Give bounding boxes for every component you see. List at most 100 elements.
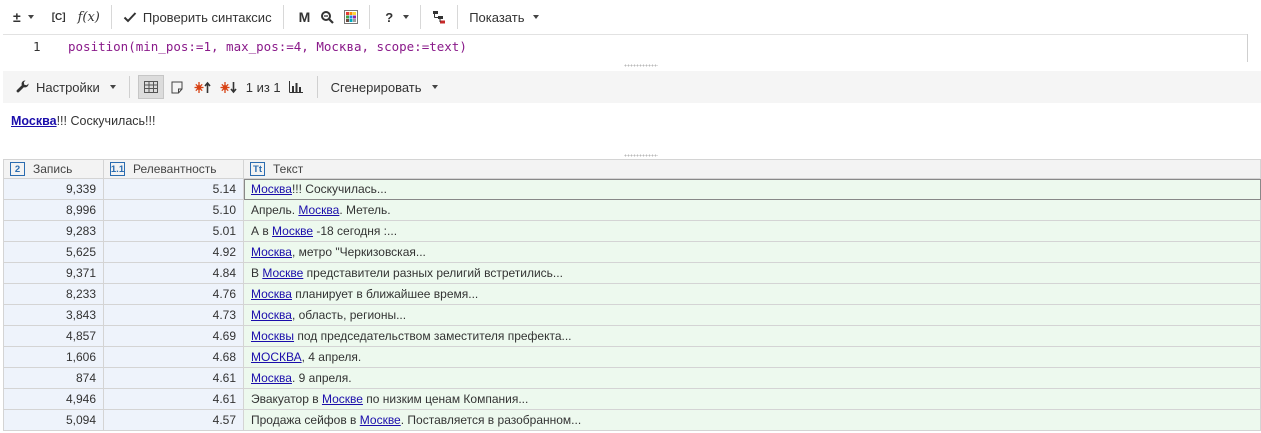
cell-relevance[interactable]: 5.14 [103, 178, 244, 200]
color-grid-button[interactable] [339, 4, 363, 30]
column-header-relevance[interactable]: 1.1 Релевантность [103, 159, 244, 179]
cell-record[interactable]: 9,339 [3, 178, 104, 200]
match-link[interactable]: Москвы [251, 329, 294, 343]
cell-text[interactable]: Москва!!! Соскучилась... [243, 178, 1261, 200]
grid-view-icon [143, 81, 158, 93]
cell-record[interactable]: 9,371 [3, 262, 104, 284]
help-dropdown[interactable]: ? [380, 4, 414, 30]
table-row[interactable]: 9,283 5.01 А в Москве -18 сегодня :... [3, 220, 1261, 242]
cell-relevance[interactable]: 4.73 [103, 304, 244, 326]
generate-label: Сгенерировать [330, 79, 422, 95]
table-row[interactable]: 8,996 5.10 Апрель. Москва. Метель. [3, 199, 1261, 221]
match-link[interactable]: МОСКВА [251, 350, 302, 364]
plusminus-dropdown[interactable]: ± [8, 4, 39, 30]
match-link[interactable]: Москва [251, 245, 292, 259]
table-row[interactable]: 9,371 4.84 В Москве представители разных р… [3, 262, 1261, 284]
m-button[interactable]: M [294, 4, 316, 30]
cell-relevance[interactable]: 4.92 [103, 241, 244, 263]
match-link[interactable]: Москва [251, 182, 292, 196]
table-row[interactable]: 5,094 4.57 Продажа сейфов в Москве. Постав… [3, 409, 1261, 431]
cell-record[interactable]: 4,857 [3, 325, 104, 347]
cell-text[interactable]: Москвы под председательством заместителя… [243, 325, 1261, 347]
query-editor[interactable]: 1 position(min_pos:=1, max_pos:=4, Москв… [3, 34, 1247, 62]
cell-record[interactable]: 874 [3, 367, 104, 389]
column-header-text[interactable]: Tt Текст [243, 159, 1261, 179]
settings-label: Настройки [36, 79, 100, 95]
generate-dropdown[interactable]: Сгенерировать [326, 74, 443, 100]
table-row[interactable]: 5,625 4.92 Москва, метро "Черкизовская... [3, 241, 1261, 263]
cell-relevance[interactable]: 4.61 [103, 367, 244, 389]
cell-relevance[interactable]: 4.61 [103, 388, 244, 410]
cell-text[interactable]: Москва планирует в ближайшее время... [243, 283, 1261, 305]
separator [110, 5, 112, 29]
cell-relevance[interactable]: 4.76 [103, 283, 244, 305]
match-link[interactable]: Москва [251, 308, 292, 322]
cell-text[interactable]: В Москве представители разных религий вс… [243, 262, 1261, 284]
color-grid-icon [344, 10, 359, 24]
cell-relevance[interactable]: 5.10 [103, 199, 244, 221]
cell-record[interactable]: 5,094 [3, 409, 104, 431]
query-code[interactable]: position(min_pos:=1, max_pos:=4, Москва,… [68, 39, 467, 54]
tree-button[interactable] [427, 4, 451, 30]
text-after-match: . Метель. [339, 203, 391, 217]
cell-text[interactable]: Эвакуатор в Москве по низким ценам Компа… [243, 388, 1261, 410]
cell-text[interactable]: Продажа сейфов в Москве. Поставляется в … [243, 409, 1261, 431]
help-icon: ? [385, 9, 394, 25]
table-row[interactable]: 874 4.61 Москва. 9 апреля. [3, 367, 1261, 389]
table-row[interactable]: 4,946 4.61 Эвакуатор в Москве по низким це… [3, 388, 1261, 410]
text-after-match: по низким ценам Компания... [362, 392, 529, 406]
match-link[interactable]: Москва [251, 371, 292, 385]
document-icon [171, 81, 183, 93]
cell-text[interactable]: Москва, область, регионы... [243, 304, 1261, 326]
match-link[interactable]: Москве [360, 413, 401, 427]
cell-text[interactable]: А в Москве -18 сегодня :... [243, 220, 1261, 242]
function-button[interactable]: f(x) [73, 4, 105, 30]
table-row[interactable]: 8,233 4.76 Москва планирует в ближайшее вр… [3, 283, 1261, 305]
match-link[interactable]: Москва [298, 203, 339, 217]
cell-text[interactable]: МОСКВА, 4 апреля. [243, 346, 1261, 368]
match-link[interactable]: Москве [322, 392, 363, 406]
table-row[interactable]: 3,843 4.73 Москва, область, регионы... [3, 304, 1261, 326]
cell-relevance[interactable]: 4.57 [103, 409, 244, 431]
match-link[interactable]: Москве [262, 266, 303, 280]
document-view-button[interactable] [164, 75, 190, 99]
sort-desc-button[interactable] [216, 75, 242, 99]
show-dropdown[interactable]: Показать [464, 4, 544, 30]
cell-record[interactable]: 1,606 [3, 346, 104, 368]
text-before-match: А в [251, 224, 273, 238]
table-row[interactable]: 1,606 4.68 МОСКВА, 4 апреля. [3, 346, 1261, 368]
tree-icon [433, 11, 446, 24]
chevron-down-icon [431, 85, 438, 89]
sort-asc-button[interactable] [190, 75, 216, 99]
cell-record[interactable]: 8,233 [3, 283, 104, 305]
check-syntax-button[interactable]: Проверить синтаксис [118, 4, 277, 30]
m-label: M [298, 9, 311, 25]
constant-button[interactable]: [C] [47, 4, 71, 30]
cell-record[interactable]: 5,625 [3, 241, 104, 263]
editor-resize-handle[interactable] [624, 64, 658, 67]
cell-relevance[interactable]: 4.68 [103, 346, 244, 368]
match-link[interactable]: Москве [272, 224, 313, 238]
results-table: 2 Запись 1.1 Релевантность Tt Текст 9,339 5.… [3, 159, 1261, 431]
settings-dropdown[interactable]: Настройки [11, 74, 121, 100]
cell-record[interactable]: 4,946 [3, 388, 104, 410]
chart-button[interactable] [283, 75, 309, 99]
column-header-record[interactable]: 2 Запись [3, 159, 104, 179]
grid-view-button[interactable] [137, 75, 164, 99]
text-after-match: под председательством заместителя префек… [294, 329, 572, 343]
cell-text[interactable]: Москва. 9 апреля. [243, 367, 1261, 389]
zoom-button[interactable] [315, 4, 339, 30]
cell-record[interactable]: 8,996 [3, 199, 104, 221]
cell-text[interactable]: Апрель. Москва. Метель. [243, 199, 1261, 221]
table-row[interactable]: 9,339 5.14 Москва!!! Соскучилась... [3, 178, 1261, 200]
cell-record[interactable]: 9,283 [3, 220, 104, 242]
preview-match-link[interactable]: Москва [11, 114, 57, 128]
cell-record[interactable]: 3,843 [3, 304, 104, 326]
match-link[interactable]: Москва [251, 287, 292, 301]
cell-relevance[interactable]: 5.01 [103, 220, 244, 242]
cell-text[interactable]: Москва, метро "Черкизовская... [243, 241, 1261, 263]
cell-relevance[interactable]: 4.69 [103, 325, 244, 347]
results-resize-handle[interactable] [624, 154, 658, 157]
table-row[interactable]: 4,857 4.69 Москвы под председательством за… [3, 325, 1261, 347]
cell-relevance[interactable]: 4.84 [103, 262, 244, 284]
